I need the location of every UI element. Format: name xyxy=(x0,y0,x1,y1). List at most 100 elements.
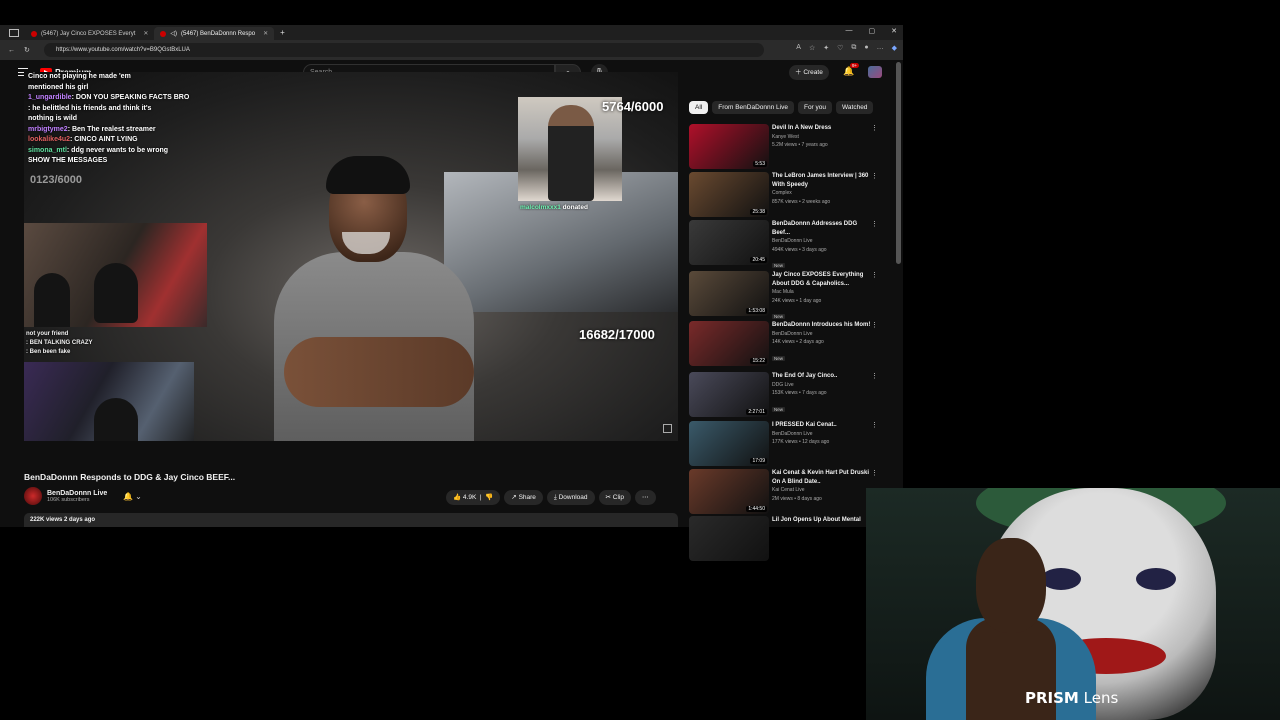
minimize-icon[interactable]: — xyxy=(846,27,853,35)
recommendation-meta: 24K views • 1 day ago xyxy=(772,297,822,304)
recommendation-meta: 494K views • 3 days ago xyxy=(772,246,827,253)
recommendation-item[interactable]: 25:38 The LeBron James Interview | 360 Wi… xyxy=(689,172,884,218)
subscribed-bell-icon[interactable]: 🔔 ⌄ xyxy=(123,492,142,501)
tab-actions-icon[interactable] xyxy=(9,28,19,37)
share-button[interactable]: ↗ Share xyxy=(504,490,543,505)
chat-text: not your friend xyxy=(26,331,69,337)
close-tab-icon[interactable]: ✕ xyxy=(263,30,268,37)
tab-bendadonnn[interactable]: ◁) (5467) BenDaDonnn Respo ✕ xyxy=(154,27,275,40)
dislike-icon[interactable]: 👎 xyxy=(485,494,493,501)
description-box[interactable]: 222K views 2 days ago xyxy=(24,513,678,527)
account-avatar[interactable] xyxy=(868,66,882,78)
clip-label: Clip xyxy=(612,494,624,501)
video-thumbnail[interactable] xyxy=(689,516,769,561)
chat-text: : ddg never wants to be wrong xyxy=(66,146,169,154)
like-count: 4.9K xyxy=(462,494,477,501)
recommendation-title: BenDaDonnn Introduces his Mom! xyxy=(772,322,871,328)
recommendation-channel: Mac Mula xyxy=(772,289,794,295)
more-options-icon[interactable]: ⋮ xyxy=(871,372,878,380)
page-scrollbar[interactable] xyxy=(896,62,901,264)
chat-message: lookalike4u2: CINCO AINT LYING xyxy=(28,135,268,146)
more-options-icon[interactable]: ⋮ xyxy=(871,220,878,228)
chat-message: : Ben been fake xyxy=(26,348,93,357)
channel-avatar[interactable] xyxy=(24,487,42,505)
recommendation-info: I PRESSED Kai Cenat.. BenDaDonnn Live 177K… xyxy=(772,421,872,447)
recommendation-item[interactable]: Lil Jon Opens Up About Mental⋮ xyxy=(689,516,884,562)
recommendation-item[interactable]: 1:44:50 Kai Cenat & Kevin Hart Put Druski… xyxy=(689,469,884,515)
favorites-bar-icon[interactable]: ♡ xyxy=(837,44,843,52)
recommendation-meta: 5.2M views • 7 years ago xyxy=(772,142,828,148)
back-icon[interactable]: ← xyxy=(8,47,15,54)
close-tab-icon[interactable]: ✕ xyxy=(143,30,148,37)
more-options-icon[interactable]: ⋮ xyxy=(871,469,878,477)
maximize-icon[interactable]: ▢ xyxy=(869,27,876,35)
close-window-icon[interactable]: ✕ xyxy=(891,27,897,35)
chat-message: : BEN TALKING CRAZY xyxy=(26,339,93,348)
recommendation-item[interactable]: 20:45 BenDaDonnn Addresses DDG Beef... Ben… xyxy=(689,220,884,268)
recommendation-info: Kai Cenat & Kevin Hart Put Druski On A B… xyxy=(772,469,872,503)
recommendation-channel: BenDaDonnn Live xyxy=(772,330,813,337)
video-thumbnail[interactable]: 1:53:08 xyxy=(689,271,769,316)
recommendation-info: Devil In A New Dress Kanye West 5.2M views… xyxy=(772,124,872,150)
video-thumbnail[interactable]: 17:09 xyxy=(689,421,769,466)
video-thumbnail[interactable]: 2:27:01 xyxy=(689,372,769,417)
filter-chip[interactable]: From BenDaDonnn Live xyxy=(712,101,794,114)
recommendation-title: BenDaDonnn Addresses DDG Beef... xyxy=(772,221,858,236)
fullscreen-icon[interactable] xyxy=(663,424,672,433)
recommendation-info: Jay Cinco EXPOSES Everything About DDG &… xyxy=(772,271,872,323)
chat-message: simona_mtl: ddg never wants to be wrong xyxy=(28,146,268,157)
donation-text: donated xyxy=(562,204,588,211)
video-thumbnail[interactable]: 15:22 xyxy=(689,321,769,366)
duration-badge: 2:27:01 xyxy=(746,409,767,415)
recommendation-title: Lil Jon Opens Up About Mental xyxy=(772,517,861,523)
video-thumbnail[interactable]: 5:53 xyxy=(689,124,769,169)
recommendation-info: BenDaDonnn Introduces his Mom! BenDaDonnn… xyxy=(772,321,872,365)
more-icon[interactable]: … xyxy=(877,44,884,52)
recommendation-title: Devil In A New Dress xyxy=(772,125,832,131)
donation-alert: malcolmxxx1 donated xyxy=(520,204,588,211)
duration-badge: 15:22 xyxy=(750,358,767,364)
recommendation-item[interactable]: 1:53:08 Jay Cinco EXPOSES Everything Abou… xyxy=(689,271,884,319)
recommendation-channel: Kai Cenat Live xyxy=(772,487,805,493)
recommendation-item[interactable]: 15:22 BenDaDonnn Introduces his Mom! BenDa… xyxy=(689,321,884,367)
more-options-icon[interactable]: ⋮ xyxy=(871,172,878,180)
url-field[interactable]: https://www.youtube.com/watch?v=B9QGstBx… xyxy=(44,43,764,57)
download-button[interactable]: ⤓ Download xyxy=(546,490,595,505)
more-options-icon[interactable]: ⋮ xyxy=(871,124,878,132)
new-tab-button[interactable]: + xyxy=(280,28,285,37)
tab-jay-cinco[interactable]: (5467) Jay Cinco EXPOSES Everyt ✕ xyxy=(25,27,154,40)
more-options-icon[interactable]: ⋮ xyxy=(871,421,878,429)
more-actions-icon[interactable]: ⋯ xyxy=(635,490,656,505)
clip-button[interactable]: ✂ Clip xyxy=(598,490,631,505)
favorite-icon[interactable]: ☆ xyxy=(809,44,815,52)
collections-icon[interactable]: ⧉ xyxy=(851,44,856,52)
chat-text: mentioned his girl xyxy=(28,83,89,91)
filter-chip[interactable]: Watched xyxy=(836,101,874,114)
filter-chip[interactable]: For you xyxy=(797,101,833,114)
video-thumbnail[interactable]: 20:45 xyxy=(689,220,769,265)
channel-name[interactable]: BenDaDonnn Live xyxy=(47,490,107,497)
recommendation-item[interactable]: 5:53 Devil In A New Dress Kanye West 5.2M v… xyxy=(689,124,884,170)
video-player[interactable]: Cinco not playing he made 'em mentioned h… xyxy=(24,72,678,441)
create-button[interactable]: ＋ Create xyxy=(789,65,829,80)
filter-chip[interactable]: All xyxy=(689,101,709,114)
more-options-icon[interactable]: ⋮ xyxy=(871,321,878,329)
new-badge: New xyxy=(772,355,786,361)
reload-icon[interactable]: ↻ xyxy=(24,46,30,54)
filter-chips: All From BenDaDonnn Live For you Watched xyxy=(689,101,874,114)
video-thumbnail[interactable]: 25:38 xyxy=(689,172,769,217)
recommendation-info: Lil Jon Opens Up About Mental xyxy=(772,516,872,525)
like-button[interactable]: 👍 4.9K | 👎 xyxy=(446,490,501,505)
copilot-icon[interactable]: ◆ xyxy=(892,44,897,52)
youtube-favicon-icon xyxy=(31,30,37,37)
extensions-icon[interactable]: ✦ xyxy=(823,44,829,52)
video-thumbnail[interactable]: 1:44:50 xyxy=(689,469,769,514)
more-options-icon[interactable]: ⋮ xyxy=(871,271,878,279)
read-aloud-icon[interactable]: A xyxy=(796,44,801,52)
profile-icon[interactable]: ● xyxy=(864,44,868,52)
recommendation-item[interactable]: 2:27:01 The End Of Jay Cinco.. DDG Live 153… xyxy=(689,372,884,418)
recommendation-item[interactable]: 17:09 I PRESSED Kai Cenat.. BenDaDonnn Liv… xyxy=(689,421,884,467)
audio-icon[interactable]: ◁) xyxy=(170,30,177,37)
prism-light: Lens xyxy=(1078,689,1119,707)
duration-badge: 17:09 xyxy=(750,458,767,464)
